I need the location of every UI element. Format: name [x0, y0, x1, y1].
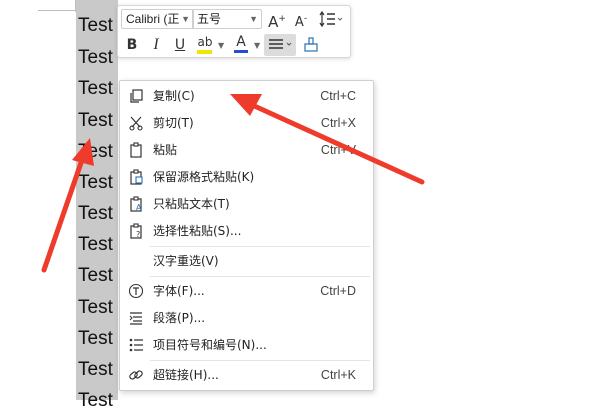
menu-separator [150, 276, 370, 277]
menu-item-cut[interactable]: 剪切(T) Ctrl+X [120, 110, 373, 136]
scissors-icon [129, 116, 143, 131]
document-line[interactable]: Test [76, 323, 118, 354]
document-line[interactable]: Test [76, 10, 118, 41]
font-color-icon: A [236, 34, 246, 50]
menu-item-paste-text-only[interactable]: A 只粘贴文本(T) [120, 191, 373, 217]
grow-font-icon: A+ [268, 13, 286, 31]
font-size-select[interactable]: 五号 ▼ [192, 9, 262, 29]
document-line[interactable]: Test [76, 229, 118, 260]
align-button[interactable] [264, 34, 296, 56]
grow-font-button[interactable]: A+ [266, 8, 288, 31]
chevron-down-icon: ▼ [249, 14, 258, 24]
chevron-down-icon: ▼ [181, 14, 190, 24]
font-name-value: Calibri (正 [126, 12, 180, 26]
page-margin-mark [38, 10, 76, 11]
document-line[interactable]: Test [76, 105, 118, 136]
menu-item-reselect-chinese[interactable]: 汉字重选(V) [120, 248, 373, 274]
shrink-font-icon: A- [294, 14, 308, 31]
bullet-list-icon [129, 338, 143, 352]
context-menu: 复制(C) Ctrl+C 剪切(T) Ctrl+X 粘贴 Ctrl+V 保留源格… [119, 80, 374, 391]
menu-item-paste[interactable]: 粘贴 Ctrl+V [120, 137, 373, 163]
copy-icon [130, 89, 143, 103]
mini-format-toolbar: Calibri (正 ▼ 五号 ▼ A+ A- B I U ab ▼ A ▼ [117, 5, 351, 58]
bold-button[interactable]: B [121, 34, 143, 56]
document-line[interactable]: Test [76, 73, 118, 104]
document-line[interactable]: Test [76, 136, 118, 167]
menu-item-paste-keep-format[interactable]: 保留源格式粘贴(K) [120, 164, 373, 190]
highlight-dropdown-icon[interactable]: ▼ [218, 41, 224, 50]
paste-keep-format-icon [130, 169, 143, 185]
format-painter-button[interactable] [300, 34, 322, 56]
align-justify-icon [269, 39, 292, 49]
highlight-color-bar [197, 50, 212, 54]
font-icon [128, 283, 144, 299]
menu-separator [150, 360, 370, 361]
paste-special-icon: ? [130, 223, 142, 239]
line-spacing-button[interactable] [316, 8, 346, 30]
svg-text:A: A [136, 203, 142, 212]
font-color-bar [234, 50, 248, 53]
underline-button[interactable]: U [169, 34, 191, 56]
format-painter-icon [304, 37, 318, 52]
document-line[interactable]: Test [76, 198, 118, 229]
paste-icon [130, 142, 142, 158]
document-line[interactable]: Test [76, 167, 118, 198]
svg-text:?: ? [136, 230, 140, 239]
highlight-icon: ab [197, 35, 213, 49]
line-spacing-icon [319, 10, 343, 28]
document-line[interactable]: Test [76, 42, 118, 73]
paste-text-only-icon: A [130, 196, 142, 212]
menu-item-paste-special[interactable]: ? 选择性粘贴(S)... [120, 218, 373, 244]
font-color-button[interactable]: A [230, 34, 252, 56]
highlight-button[interactable]: ab [193, 34, 217, 56]
menu-item-hyperlink[interactable]: 超链接(H)... Ctrl+K [120, 362, 373, 388]
menu-item-paragraph[interactable]: 段落(P)... [120, 305, 373, 331]
shrink-font-button[interactable]: A- [290, 8, 312, 30]
document-line[interactable]: Test [76, 385, 118, 416]
menu-item-font[interactable]: 字体(F)... Ctrl+D [120, 278, 373, 304]
menu-item-copy[interactable]: 复制(C) Ctrl+C [120, 83, 373, 109]
link-icon [129, 370, 143, 380]
italic-button[interactable]: I [145, 34, 167, 56]
font-name-select[interactable]: Calibri (正 ▼ [121, 9, 194, 29]
font-size-value: 五号 [197, 12, 222, 26]
font-color-dropdown-icon[interactable]: ▼ [254, 41, 260, 50]
document-line[interactable]: Test [76, 260, 118, 291]
document-line[interactable]: Test [76, 354, 118, 385]
menu-separator [150, 246, 370, 247]
paragraph-icon [129, 312, 142, 325]
document-line[interactable]: Test [76, 292, 118, 323]
menu-item-bullets-numbering[interactable]: 项目符号和编号(N)... [120, 332, 373, 358]
